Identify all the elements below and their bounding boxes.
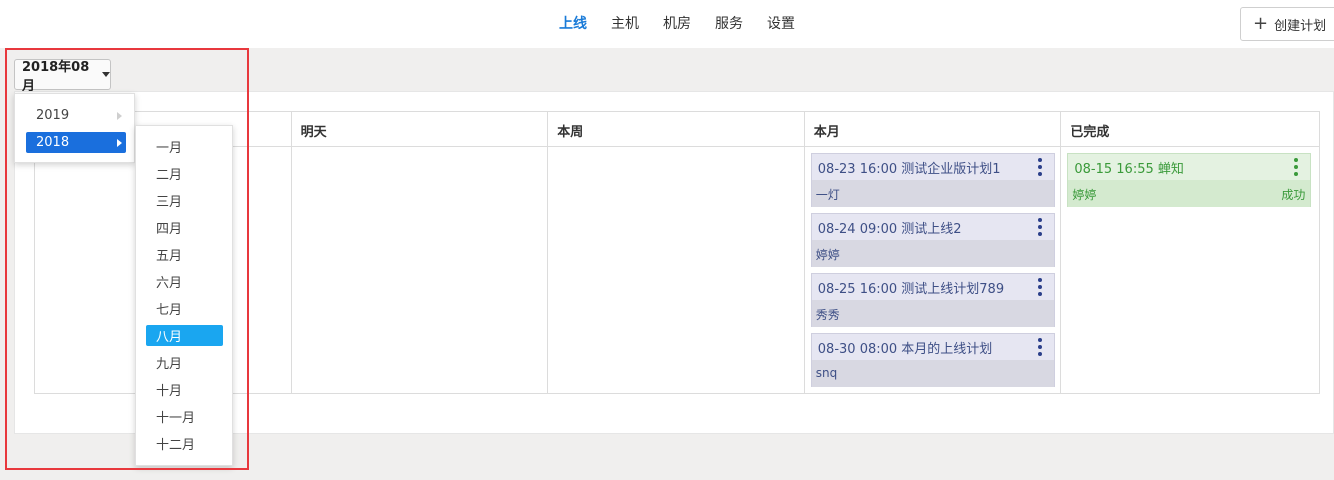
plan-card-owner: snq bbox=[811, 360, 1054, 387]
plus-icon: + bbox=[1253, 13, 1269, 34]
column-this-week: 本周 bbox=[548, 112, 805, 393]
plan-card[interactable]: 08-23 16:00 测试企业版计划1 一灯 bbox=[810, 153, 1055, 207]
chevron-right-icon bbox=[117, 138, 122, 147]
month-picker-button[interactable]: 2018年08月 bbox=[14, 59, 111, 94]
main-nav: 上线 主机 机房 服务 设置 bbox=[559, 15, 819, 33]
month-option-6[interactable]: 六月 bbox=[146, 271, 223, 292]
month-option-10[interactable]: 十月 bbox=[146, 379, 223, 400]
plan-card-owner: 婷婷 bbox=[1072, 188, 1097, 202]
month-option-7[interactable]: 七月 bbox=[146, 298, 223, 319]
caret-down-icon bbox=[102, 72, 110, 77]
column-header: 本周 bbox=[548, 112, 804, 147]
month-option-9[interactable]: 九月 bbox=[146, 352, 223, 373]
month-dropdown: 一月 二月 三月 四月 五月 六月 七月 八月 九月 十月 十一月 十二月 bbox=[135, 125, 233, 466]
column-header: 已完成 bbox=[1061, 112, 1319, 147]
month-picker-label: 2018年08月 bbox=[22, 59, 90, 94]
year-option-2019[interactable]: 2019 bbox=[26, 105, 126, 126]
chevron-right-icon bbox=[117, 111, 122, 120]
plan-card[interactable]: 08-30 08:00 本月的上线计划 snq bbox=[810, 333, 1055, 387]
nav-item-service[interactable]: 服务 bbox=[715, 15, 743, 33]
plan-card-owner: 一灯 bbox=[811, 180, 1054, 207]
month-option-3[interactable]: 三月 bbox=[146, 190, 223, 211]
nav-item-deploy[interactable]: 上线 bbox=[559, 15, 587, 33]
more-options-icon[interactable] bbox=[1037, 278, 1042, 296]
nav-item-datacenter[interactable]: 机房 bbox=[663, 15, 691, 33]
month-option-2[interactable]: 二月 bbox=[146, 163, 223, 184]
plan-card-title: 08-24 09:00 测试上线2 bbox=[817, 221, 962, 237]
more-options-icon[interactable] bbox=[1294, 158, 1299, 176]
month-option-1[interactable]: 一月 bbox=[146, 136, 223, 157]
nav-item-settings[interactable]: 设置 bbox=[767, 15, 795, 33]
month-option-4[interactable]: 四月 bbox=[146, 217, 223, 238]
create-plan-button[interactable]: + 创建计划 bbox=[1240, 7, 1334, 41]
column-this-month: 本月 08-23 16:00 测试企业版计划1 一灯 08-24 09:00 测… bbox=[804, 112, 1062, 393]
plan-card-title: 08-30 08:00 本月的上线计划 bbox=[817, 341, 993, 357]
month-option-8[interactable]: 八月 bbox=[146, 325, 223, 346]
plan-card-owner: 秀秀 bbox=[811, 300, 1054, 327]
completed-plan-card[interactable]: 08-15 16:55 蝉知 婷婷 成功 bbox=[1067, 153, 1312, 207]
more-options-icon[interactable] bbox=[1037, 218, 1042, 236]
plan-card-owner: 婷婷 bbox=[811, 240, 1054, 267]
month-option-5[interactable]: 五月 bbox=[146, 244, 223, 265]
plan-card-title: 08-15 16:55 蝉知 bbox=[1074, 161, 1184, 177]
nav-item-host[interactable]: 主机 bbox=[611, 15, 639, 33]
more-options-icon[interactable] bbox=[1037, 158, 1042, 176]
create-plan-label: 创建计划 bbox=[1274, 18, 1327, 34]
column-header: 本月 bbox=[804, 112, 1061, 147]
plan-card-title: 08-23 16:00 测试企业版计划1 bbox=[817, 161, 1001, 177]
more-options-icon[interactable] bbox=[1037, 338, 1042, 356]
plan-card[interactable]: 08-24 09:00 测试上线2 婷婷 bbox=[810, 213, 1055, 267]
top-bar: 上线 主机 机房 服务 设置 + 创建计划 bbox=[0, 0, 1334, 48]
plan-status: 成功 bbox=[1281, 188, 1306, 202]
column-completed: 已完成 08-15 16:55 蝉知 婷婷 成功 bbox=[1061, 112, 1319, 393]
plan-card-title: 08-25 16:00 测试上线计划789 bbox=[817, 281, 1005, 297]
column-tomorrow: 明天 bbox=[291, 112, 549, 393]
year-option-label: 2018 bbox=[36, 135, 70, 150]
plan-card[interactable]: 08-25 16:00 测试上线计划789 秀秀 bbox=[810, 273, 1055, 327]
year-option-2018[interactable]: 2018 bbox=[26, 132, 126, 153]
year-option-label: 2019 bbox=[36, 108, 70, 123]
column-header: 明天 bbox=[291, 112, 548, 147]
month-option-11[interactable]: 十一月 bbox=[146, 406, 223, 427]
month-option-12[interactable]: 十二月 bbox=[146, 433, 223, 454]
year-dropdown: 2019 2018 bbox=[14, 93, 135, 163]
